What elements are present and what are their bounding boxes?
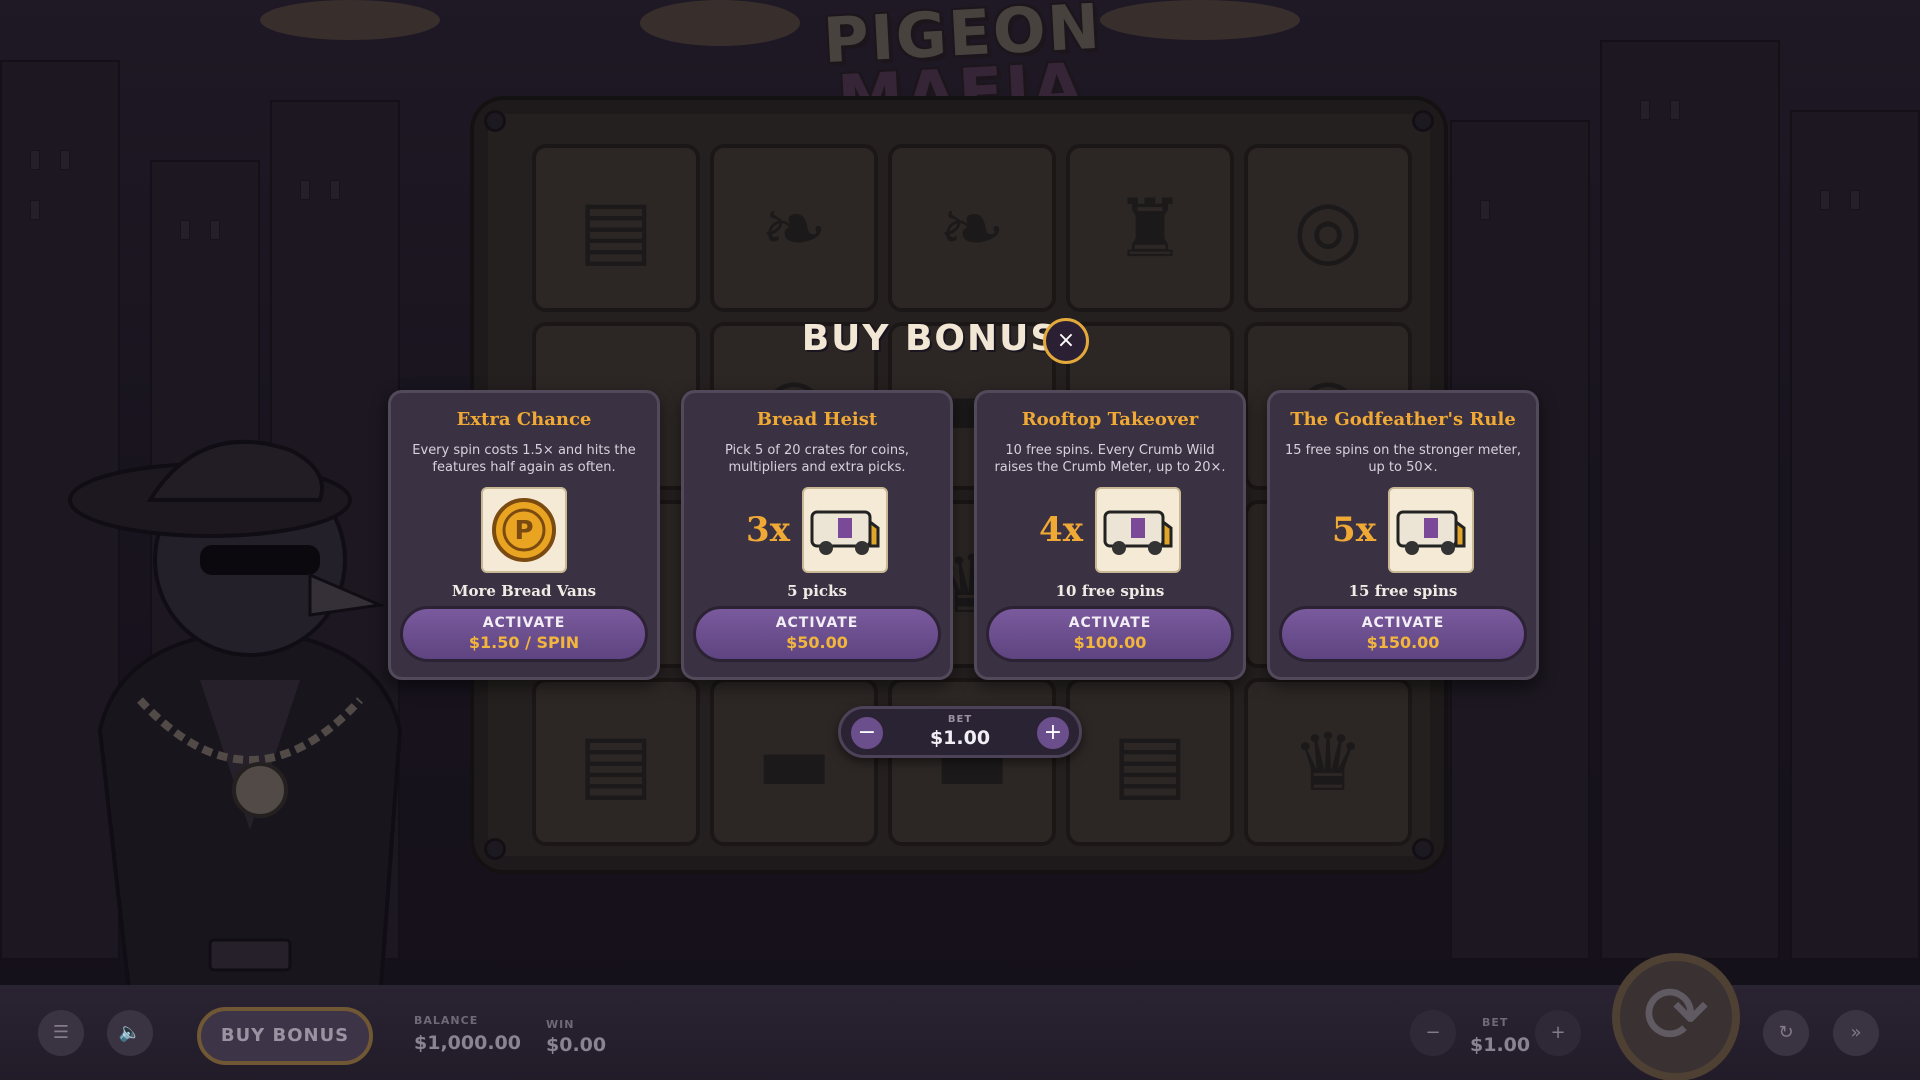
card-title: The Godfeather's Rule [1290,409,1516,430]
bottom-bet-value: $1.00 [1470,1034,1531,1056]
card-title: Bread Heist [756,409,878,430]
activate-label: ACTIVATE [775,615,859,631]
close-button[interactable]: × [1043,318,1089,364]
bonus-card: Bread Heist Pick 5 of 20 crates for coins… [681,390,953,680]
activate-label: ACTIVATE [1361,615,1445,631]
bottom-bet-increase-button[interactable]: + [1535,1010,1581,1056]
spin-icon: ⟳ [1642,968,1710,1061]
activate-button[interactable]: ACTIVATE $150.00 [1279,606,1527,662]
svg-text:P: P [514,516,533,546]
card-visual: P [391,486,657,574]
buy-bonus-button[interactable]: BUY BONUS [197,1007,373,1065]
activate-price: $100.00 [1073,633,1147,652]
menu-icon[interactable]: ☰ [38,1010,84,1056]
balance-value: $1,000.00 [414,1032,521,1054]
activate-label: ACTIVATE [482,615,566,631]
bread-van-icon [1094,487,1181,573]
bonus-card: Extra Chance Every spin costs 1.5× and hi… [388,390,660,680]
win-value: $0.00 [546,1034,607,1056]
bonus-card: Rooftop Takeover 10 free spins. Every Cru… [974,390,1246,680]
activate-button[interactable]: ACTIVATE $100.00 [986,606,1234,662]
bet-increase-button[interactable]: + [1035,715,1071,751]
activate-label: ACTIVATE [1068,615,1152,631]
activate-button[interactable]: ACTIVATE $1.50 / SPIN [400,606,648,662]
bonus-card: The Godfeather's Rule 15 free spins on th… [1267,390,1539,680]
card-multiplier: 3x [746,510,790,550]
bottom-bet-decrease-button[interactable]: − [1410,1010,1456,1056]
card-subtitle: 10 free spins [1055,582,1165,600]
activate-price: $1.50 / SPIN [468,633,580,652]
activate-price: $150.00 [1366,633,1440,652]
card-title: Rooftop Takeover [1021,409,1199,430]
card-visual: 4x [977,486,1243,574]
card-multiplier: 4x [1039,510,1083,550]
modal-overlay [0,0,1920,1080]
card-description: 10 free spins. Every Crumb Wild raises t… [994,443,1226,475]
card-description: 15 free spins on the stronger meter, up … [1284,443,1522,475]
balance-label: BALANCE [414,1014,479,1027]
bottom-bet-label: BET [1482,1016,1509,1029]
turbo-icon[interactable]: » [1833,1010,1879,1056]
modal-title: BUY BONUS [801,318,1059,359]
spin-button[interactable]: ⟳ [1612,953,1740,1080]
card-multiplier: 5x [1332,510,1376,550]
activate-price: $50.00 [786,633,848,652]
card-visual: 3x [684,486,950,574]
game-stage: { "game": { "logo_line1": "PIGEON", "log… [0,0,1920,1080]
p-coin-icon: P [481,487,567,573]
card-description: Pick 5 of 20 crates for coins, multiplie… [724,443,910,475]
modal-bet-selector: − BET $1.00 + [838,706,1082,758]
bread-van-icon [801,487,888,573]
sound-icon[interactable]: 🔈 [107,1010,153,1056]
card-subtitle: 15 free spins [1348,582,1458,600]
activate-button[interactable]: ACTIVATE $50.00 [693,606,941,662]
card-subtitle: 5 picks [787,582,847,600]
autoplay-icon[interactable]: ↻ [1763,1010,1809,1056]
card-description: Every spin costs 1.5× and hits the featu… [412,443,636,475]
card-subtitle: More Bread Vans [451,582,597,600]
card-visual: 5x [1270,486,1536,574]
win-label: WIN [546,1018,575,1031]
bread-van-icon [1387,487,1474,573]
card-title: Extra Chance [456,409,592,430]
